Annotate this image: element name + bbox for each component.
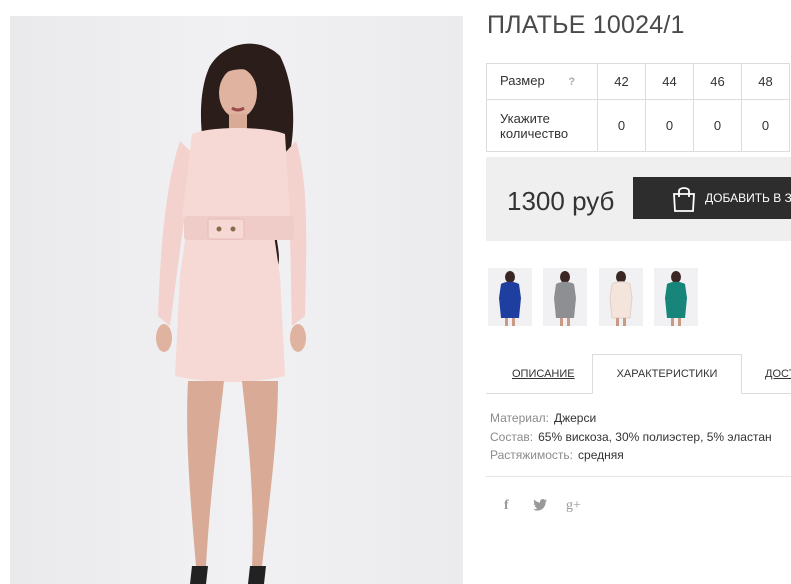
- color-thumb-teal[interactable]: [654, 268, 698, 326]
- quantity-input-42[interactable]: 0: [597, 99, 646, 152]
- spec-key: Состав:: [490, 429, 534, 444]
- section-divider: [486, 476, 791, 477]
- quantity-input-46[interactable]: 0: [693, 99, 742, 152]
- spec-row-composition: Состав: 65% вискоза, 30% полиэстер, 5% эл…: [490, 428, 772, 447]
- price-box: 1300 руб ДОБАВИТЬ В ЗА: [486, 157, 791, 241]
- color-thumb-blue[interactable]: [488, 268, 532, 326]
- thumb-blue-image: [499, 271, 521, 326]
- size-row: Размер ? 42 44 46 48: [486, 63, 790, 100]
- add-to-cart-label: ДОБАВИТЬ В ЗА: [705, 191, 791, 205]
- spec-row-stretch: Растяжимость: средняя: [490, 446, 772, 465]
- spec-key: Материал:: [490, 411, 549, 425]
- quantity-label: Укажите количество: [486, 99, 598, 152]
- quantity-input-48[interactable]: 0: [741, 99, 790, 152]
- quantity-row: Укажите количество 0 0 0 0: [486, 99, 790, 152]
- model-illustration: [156, 43, 307, 584]
- facebook-icon[interactable]: f: [504, 498, 509, 514]
- help-icon[interactable]: ?: [568, 76, 575, 88]
- thumb-grey-image: [554, 271, 576, 326]
- size-46: 46: [693, 63, 742, 100]
- price: 1300 руб: [507, 186, 615, 216]
- thumb-cream-image: [609, 271, 633, 326]
- color-thumb-grey[interactable]: [543, 268, 587, 326]
- size-42: 42: [597, 63, 646, 100]
- size-label: Размер: [500, 73, 545, 88]
- size-table: Размер ? 42 44 46 48 Укажите количество …: [486, 63, 790, 152]
- product-specs: Материал: Джерси Состав: 65% вискоза, 30% …: [490, 409, 772, 465]
- tab-delivery[interactable]: ДОСТ: [765, 368, 791, 380]
- spec-row-material: Материал: Джерси: [490, 409, 772, 428]
- twitter-icon[interactable]: [533, 498, 547, 514]
- size-header-cell: Размер ?: [486, 63, 598, 100]
- product-title: ПЛАТЬЕ 10024/1: [487, 11, 685, 39]
- spec-value: Джерси: [553, 411, 597, 425]
- size-48: 48: [741, 63, 790, 100]
- spec-value: 65% вискоза, 30% полиэстер, 5% эластан: [538, 429, 772, 444]
- product-photo[interactable]: [10, 16, 463, 584]
- shopping-bag-icon: [673, 187, 695, 212]
- tab-characteristics[interactable]: ХАРАКТЕРИСТИКИ: [592, 354, 742, 394]
- tab-description[interactable]: ОПИСАНИЕ: [512, 368, 575, 380]
- quantity-input-44[interactable]: 0: [645, 99, 694, 152]
- spec-value: средняя: [578, 448, 624, 462]
- add-to-cart-button[interactable]: ДОБАВИТЬ В ЗА: [633, 177, 791, 219]
- google-plus-icon[interactable]: g+: [566, 498, 581, 514]
- color-thumb-cream[interactable]: [599, 268, 643, 326]
- product-tabs: ОПИСАНИЕ ХАРАКТЕРИСТИКИ ДОСТ: [486, 354, 791, 394]
- spec-key: Растяжимость:: [490, 448, 574, 462]
- size-44: 44: [645, 63, 694, 100]
- thumb-teal-image: [665, 271, 687, 326]
